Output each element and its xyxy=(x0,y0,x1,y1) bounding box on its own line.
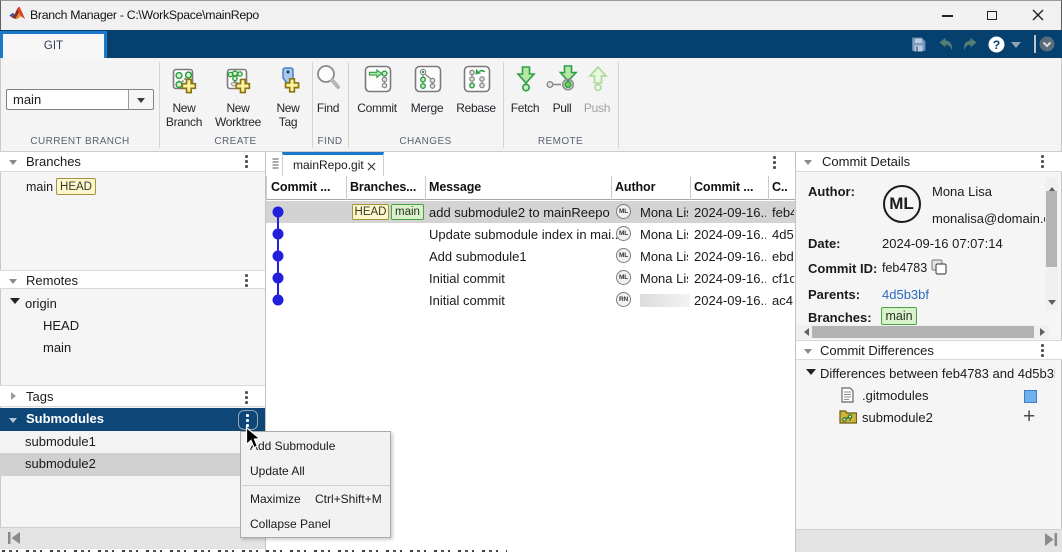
svg-text:?: ? xyxy=(993,38,1000,52)
